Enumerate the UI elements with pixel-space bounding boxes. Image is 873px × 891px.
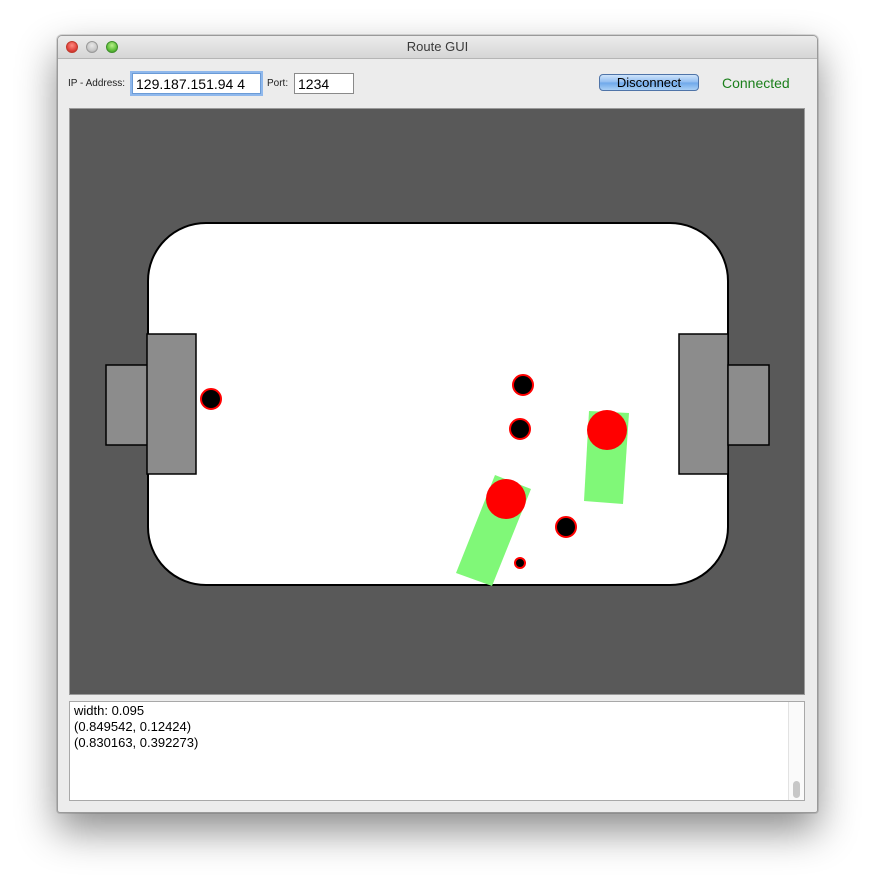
console-scrollbar[interactable] [788,702,804,800]
field-pitch [147,222,729,586]
field-canvas[interactable] [69,108,805,695]
console-scroll-thumb[interactable] [793,781,800,798]
ball [514,557,526,569]
left-goal-area [146,333,197,475]
left-goal-back [105,364,149,446]
right-goal-area [678,333,729,475]
title-bar[interactable]: Route GUI [58,36,817,59]
robot-2 [486,479,526,519]
console-lines: width: 0.095 (0.849542, 0.12424) (0.8301… [74,703,198,751]
connection-status: Connected [722,75,790,91]
console-line: (0.849542, 0.12424) [74,719,192,734]
console-line: (0.830163, 0.392273) [74,735,199,750]
ip-address-input[interactable]: 129.187.151.94 4 [132,73,261,94]
window-title: Route GUI [406,39,469,54]
obstacle [512,374,534,396]
route-gui-window: Route GUI IP - Address: 129.187.151.94 4… [57,35,818,813]
field-svg [105,222,770,586]
console-output[interactable]: width: 0.095 (0.849542, 0.12424) (0.8301… [69,701,805,801]
disconnect-button[interactable]: Disconnect [599,74,699,91]
port-label: Port: [267,78,289,89]
ip-address-label: IP - Address: [68,78,126,89]
obstacle [509,418,531,440]
robot-1 [587,410,627,450]
console-line: width: 0.095 [74,703,145,718]
right-goal-back [727,364,770,446]
obstacle [555,516,577,538]
obstacle [200,388,222,410]
port-input[interactable]: 1234 [294,73,354,94]
